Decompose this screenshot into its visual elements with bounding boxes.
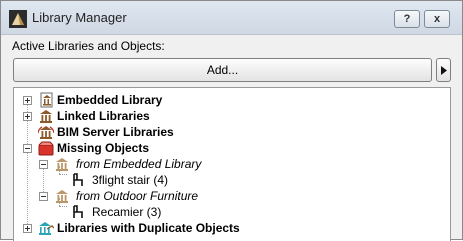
library-icon (56, 190, 68, 203)
help-button[interactable]: ? (394, 10, 420, 28)
library-manager-window: Library Manager ? x Active Libraries and… (0, 0, 463, 241)
tree-label: from Embedded Library (76, 157, 202, 171)
tree-label: Recamier (3) (92, 205, 162, 219)
embedded-library-icon (40, 92, 53, 108)
tree-label: from Outdoor Furniture (76, 189, 199, 203)
collapse-icon[interactable] (39, 192, 48, 201)
tree-item-linked-libraries[interactable]: Linked Libraries (14, 108, 450, 124)
close-button[interactable]: x (424, 10, 450, 28)
tree-item-from-embedded-library[interactable]: from Embedded Library (14, 156, 450, 172)
collapse-icon[interactable] (39, 160, 48, 169)
library-tree[interactable]: Embedded Library Linked Libraries BIM Se… (13, 87, 451, 241)
library-icon (56, 158, 68, 171)
collapse-icon[interactable] (23, 144, 32, 153)
tree-item-bim-server-libraries[interactable]: BIM Server Libraries (14, 124, 450, 140)
expand-icon[interactable] (23, 96, 32, 105)
tree-label: BIM Server Libraries (57, 125, 174, 139)
tree-label: Linked Libraries (57, 109, 150, 123)
add-options-button[interactable] (436, 58, 451, 82)
title-bar: Library Manager ? x (1, 1, 462, 35)
chair-object-icon (73, 205, 83, 218)
chevron-right-icon (441, 66, 447, 75)
tree-label: Libraries with Duplicate Objects (57, 221, 240, 235)
window-title: Library Manager (32, 10, 127, 25)
tree-item-embedded-library[interactable]: Embedded Library (14, 92, 450, 108)
bim-server-library-icon (38, 126, 54, 139)
expand-icon[interactable] (23, 112, 32, 121)
duplicate-libraries-icon (39, 222, 54, 235)
tree-label: Embedded Library (57, 93, 163, 107)
missing-objects-icon (38, 141, 54, 156)
chair-object-icon (73, 173, 83, 186)
archicad-app-icon (9, 10, 27, 28)
tree-label: 3flight stair (4) (92, 173, 169, 187)
library-icon (40, 110, 52, 123)
tree-item-recamier[interactable]: Recamier (3) (14, 204, 450, 220)
tree-label: Missing Objects (57, 141, 150, 155)
tree-item-3flight-stair[interactable]: 3flight stair (4) (14, 172, 450, 188)
tree-item-from-outdoor-furniture[interactable]: from Outdoor Furniture (14, 188, 450, 204)
tree-item-duplicate-objects[interactable]: Libraries with Duplicate Objects (14, 220, 450, 236)
expand-icon[interactable] (23, 224, 32, 233)
tree-item-missing-objects[interactable]: Missing Objects (14, 140, 450, 156)
add-button[interactable]: Add... (13, 58, 432, 82)
active-libraries-label: Active Libraries and Objects: (12, 39, 165, 53)
